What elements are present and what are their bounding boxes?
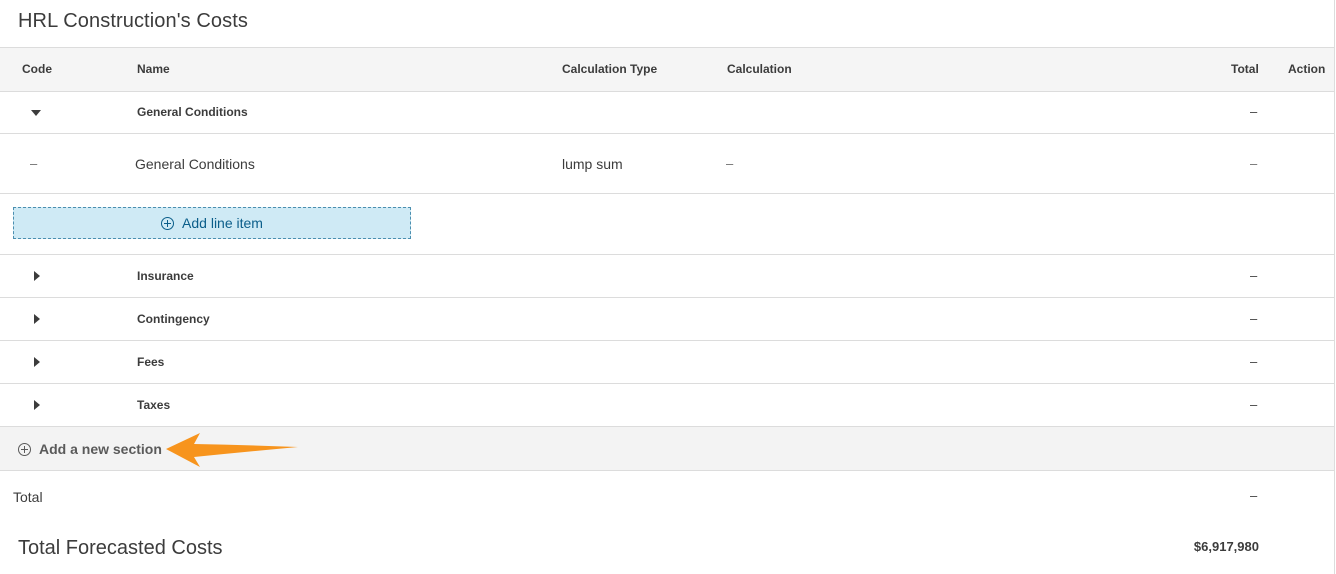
line-item-total: –	[1250, 156, 1258, 171]
caret-right-icon[interactable]	[34, 271, 40, 281]
add-new-section-button[interactable]: Add a new section	[18, 441, 162, 457]
total-value: –	[1250, 488, 1258, 503]
line-item-calculation: –	[726, 156, 734, 171]
column-header-name: Name	[137, 62, 170, 76]
annotation-arrow-icon	[166, 433, 298, 467]
section-name: Insurance	[137, 269, 194, 283]
section-total: –	[1250, 104, 1258, 119]
caret-right-icon[interactable]	[34, 314, 40, 324]
plus-circle-icon	[18, 442, 31, 456]
caret-right-icon[interactable]	[34, 357, 40, 367]
costs-panel: HRL Construction's Costs Code Name Calcu…	[0, 0, 1335, 574]
add-new-section-label: Add a new section	[39, 441, 162, 457]
table-header: Code Name Calculation Type Calculation T…	[0, 47, 1334, 92]
line-item-row[interactable]: – General Conditions lump sum – –	[0, 134, 1334, 194]
section-total: –	[1250, 311, 1258, 326]
section-row-general-conditions[interactable]: General Conditions –	[0, 91, 1334, 134]
add-line-item-label: Add line item	[182, 215, 263, 231]
column-header-action: Action	[1288, 62, 1326, 76]
total-forecasted-costs-label: Total Forecasted Costs	[18, 537, 223, 559]
section-row-taxes[interactable]: Taxes –	[0, 384, 1334, 427]
section-row-fees[interactable]: Fees –	[0, 341, 1334, 384]
section-name: Taxes	[137, 398, 171, 412]
line-item-calc-type: lump sum	[562, 156, 623, 172]
add-line-item-button[interactable]: Add line item	[13, 207, 411, 239]
caret-down-icon[interactable]	[31, 110, 41, 116]
section-total: –	[1250, 268, 1258, 283]
section-row-insurance[interactable]: Insurance –	[0, 255, 1334, 298]
section-name: Contingency	[137, 312, 210, 326]
column-header-calculation: Calculation	[727, 62, 792, 76]
page-title: HRL Construction's Costs	[18, 10, 248, 32]
plus-circle-icon	[161, 216, 175, 230]
section-total: –	[1250, 354, 1258, 369]
section-name: General Conditions	[137, 105, 248, 119]
section-total: –	[1250, 397, 1258, 412]
total-forecasted-costs-value: $6,917,980	[1193, 539, 1259, 554]
line-item-name: General Conditions	[135, 156, 255, 172]
column-header-code: Code	[22, 62, 52, 76]
column-header-calculation-type: Calculation Type	[562, 62, 658, 76]
column-header-total: Total	[1231, 62, 1259, 76]
section-row-contingency[interactable]: Contingency –	[0, 298, 1334, 341]
caret-right-icon[interactable]	[34, 400, 40, 410]
line-item-code: –	[30, 156, 38, 171]
section-name: Fees	[137, 355, 165, 369]
total-label: Total	[13, 489, 43, 505]
